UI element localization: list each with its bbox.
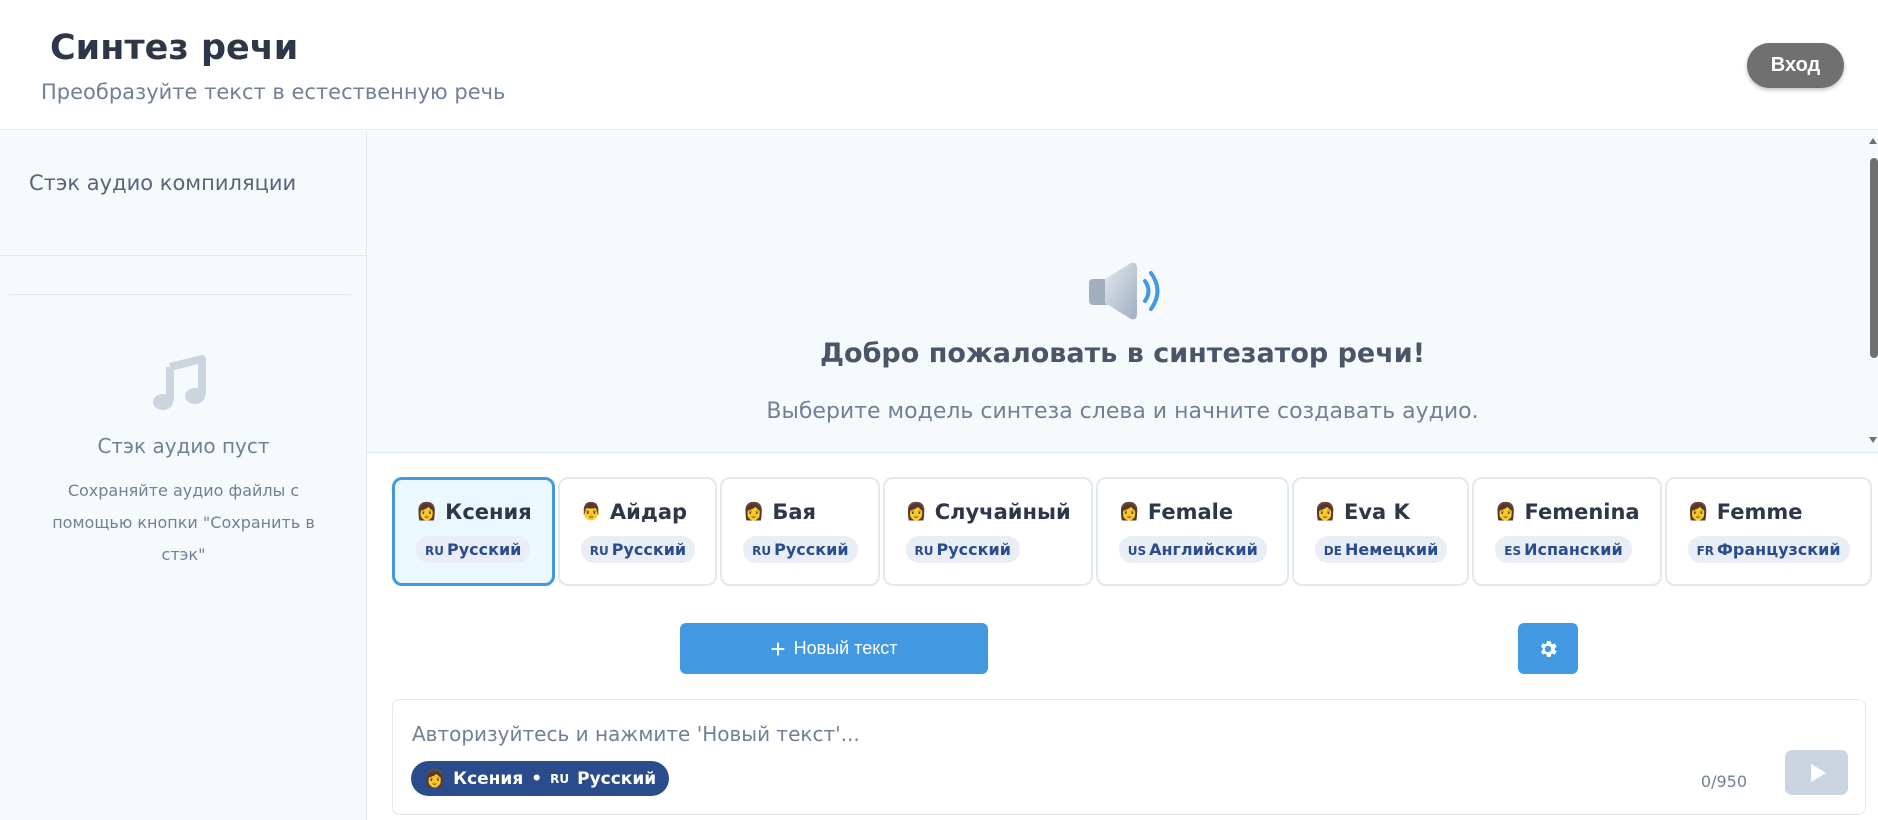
voice-selector: 👩 Ксения RU Русский 👨 Айдар RU Русский 👩 Бая RU Рус… <box>392 477 1872 587</box>
stack-title: Стэк аудио компиляции <box>29 171 297 195</box>
voice-card-header: 👩 Ксения <box>416 500 532 524</box>
voice-avatar-icon: 👩 <box>1118 502 1140 522</box>
play-icon <box>1811 763 1826 782</box>
voice-name: Айдар <box>609 500 688 524</box>
voice-avatar-icon: 👩 <box>1687 502 1709 522</box>
language-code: FR <box>1696 544 1715 558</box>
voice-avatar-icon: 👩 <box>905 502 927 522</box>
language-badge: RU Русский <box>580 536 696 563</box>
scrollbar[interactable] <box>1868 131 1878 453</box>
voice-avatar-icon: 👩 <box>416 502 438 522</box>
language-badge: US Английский <box>1118 536 1267 563</box>
voice-card-header: 👩 Femenina <box>1495 500 1639 524</box>
new-text-button[interactable]: + Новый текст <box>680 623 988 674</box>
voice-card-header: 👩 Eva K <box>1315 500 1447 524</box>
voice-name: Female <box>1147 500 1234 524</box>
voice-card[interactable]: 👩 Eva K DE Немецкий <box>1291 477 1470 586</box>
voice-avatar-icon: 👨 <box>580 502 602 522</box>
voice-card[interactable]: 👩 Ксения RU Русский <box>392 477 555 586</box>
language-name: Русский <box>611 540 687 559</box>
voice-card-header: 👩 Случайный <box>906 500 1071 524</box>
voice-avatar-icon: 👩 <box>743 502 765 522</box>
empty-stack-title: Стэк аудио пуст <box>97 434 270 458</box>
voice-card[interactable]: 👨 Айдар RU Русский <box>557 477 718 586</box>
language-name: Французский <box>1717 540 1841 559</box>
voice-card[interactable]: 👩 Femme FR Французский <box>1664 477 1872 586</box>
language-badge: RU Русский <box>905 536 1020 563</box>
language-code: RU <box>425 544 444 558</box>
language-badge: DE Немецкий <box>1314 536 1448 563</box>
main-area: Добро пожаловать в синтезатор речи! Выбе… <box>367 131 1878 820</box>
language-name: Русский <box>936 540 1011 559</box>
voice-name: Бая <box>772 500 816 524</box>
audio-stack-sidebar: Стэк аудио компиляции Стэк аудио пуст Со… <box>0 131 367 820</box>
voice-card[interactable]: 👩 Случайный RU Русский <box>882 477 1093 586</box>
music-note-icon <box>153 355 206 410</box>
new-text-label: Новый текст <box>793 638 898 658</box>
language-name: Испанский <box>1524 540 1623 559</box>
voice-name: Femme <box>1716 500 1803 524</box>
voice-card[interactable]: 👩 Бая RU Русский <box>720 477 880 586</box>
voice-card-header: 👩 Female <box>1119 500 1267 524</box>
language-name: Русский <box>774 540 849 559</box>
language-name: Немецкий <box>1344 540 1439 559</box>
page-title: Синтез речи <box>50 28 299 68</box>
language-code: RU <box>914 544 934 558</box>
scroll-up-arrow[interactable] <box>1869 138 1877 144</box>
voice-card[interactable]: 👩 Female US Английский <box>1095 477 1289 586</box>
welcome-description: Выберите модель синтеза слева и начните … <box>766 399 1479 424</box>
language-code: ES <box>1504 544 1522 558</box>
page-subtitle: Преобразуйте текст в естественную речь <box>41 80 506 104</box>
language-code: RU <box>752 544 772 558</box>
gear-icon <box>1540 640 1557 657</box>
plus-icon: + <box>770 633 786 664</box>
login-button[interactable]: Вход <box>1747 43 1844 88</box>
voice-avatar-icon: 👩 <box>1314 502 1336 522</box>
app-header: Синтез речи Преобразуйте текст в естеств… <box>0 0 1878 130</box>
voice-avatar-icon: 👩 <box>424 768 446 789</box>
voice-name: Ксения <box>445 500 532 524</box>
voice-card-header: 👩 Бая <box>743 500 857 524</box>
chip-lang-name: Русский <box>577 768 657 789</box>
voice-avatar-icon: 👩 <box>1495 502 1517 522</box>
voice-card-header: 👨 Айдар <box>581 500 695 524</box>
char-counter: 0/950 <box>1700 772 1747 791</box>
chip-separator: • <box>531 768 543 789</box>
language-badge: RU Русский <box>416 536 531 563</box>
voice-name: Eva K <box>1343 500 1410 524</box>
language-code: DE <box>1323 544 1342 558</box>
welcome-title: Добро пожаловать в синтезатор речи! <box>819 338 1426 369</box>
scroll-down-arrow[interactable] <box>1869 437 1877 443</box>
selected-voice-chip[interactable]: 👩 Ксения • RU Русский <box>411 761 670 796</box>
language-badge: RU Русский <box>743 536 858 563</box>
empty-stack-description: Сохраняйте аудио файлы с помощью кнопки … <box>52 481 315 564</box>
language-name: Английский <box>1149 540 1258 559</box>
voice-name: Случайный <box>934 500 1071 524</box>
scrollbar-thumb[interactable] <box>1870 158 1878 358</box>
language-code: US <box>1127 544 1147 558</box>
language-code: RU <box>589 544 609 558</box>
text-input[interactable]: Авторизуйтесь и нажмите 'Новый текст'... <box>412 722 860 746</box>
settings-button[interactable] <box>1518 623 1578 674</box>
language-name: Русский <box>446 540 522 559</box>
language-badge: FR Французский <box>1687 536 1850 563</box>
speaker-icon <box>1089 262 1160 320</box>
welcome-panel: Добро пожаловать в синтезатор речи! Выбе… <box>367 131 1878 453</box>
divider <box>9 294 351 295</box>
voice-card[interactable]: 👩 Femenina ES Испанский <box>1472 477 1662 586</box>
divider <box>0 255 367 256</box>
voice-card-header: 👩 Femme <box>1688 500 1850 524</box>
chip-voice-name: Ксения <box>453 768 524 789</box>
language-badge: ES Испанский <box>1495 536 1632 563</box>
play-button[interactable] <box>1785 750 1848 795</box>
text-input-panel: Авторизуйтесь и нажмите 'Новый текст'...… <box>392 699 1866 815</box>
chip-lang-code: RU <box>550 771 570 786</box>
voice-name: Femenina <box>1524 500 1640 524</box>
